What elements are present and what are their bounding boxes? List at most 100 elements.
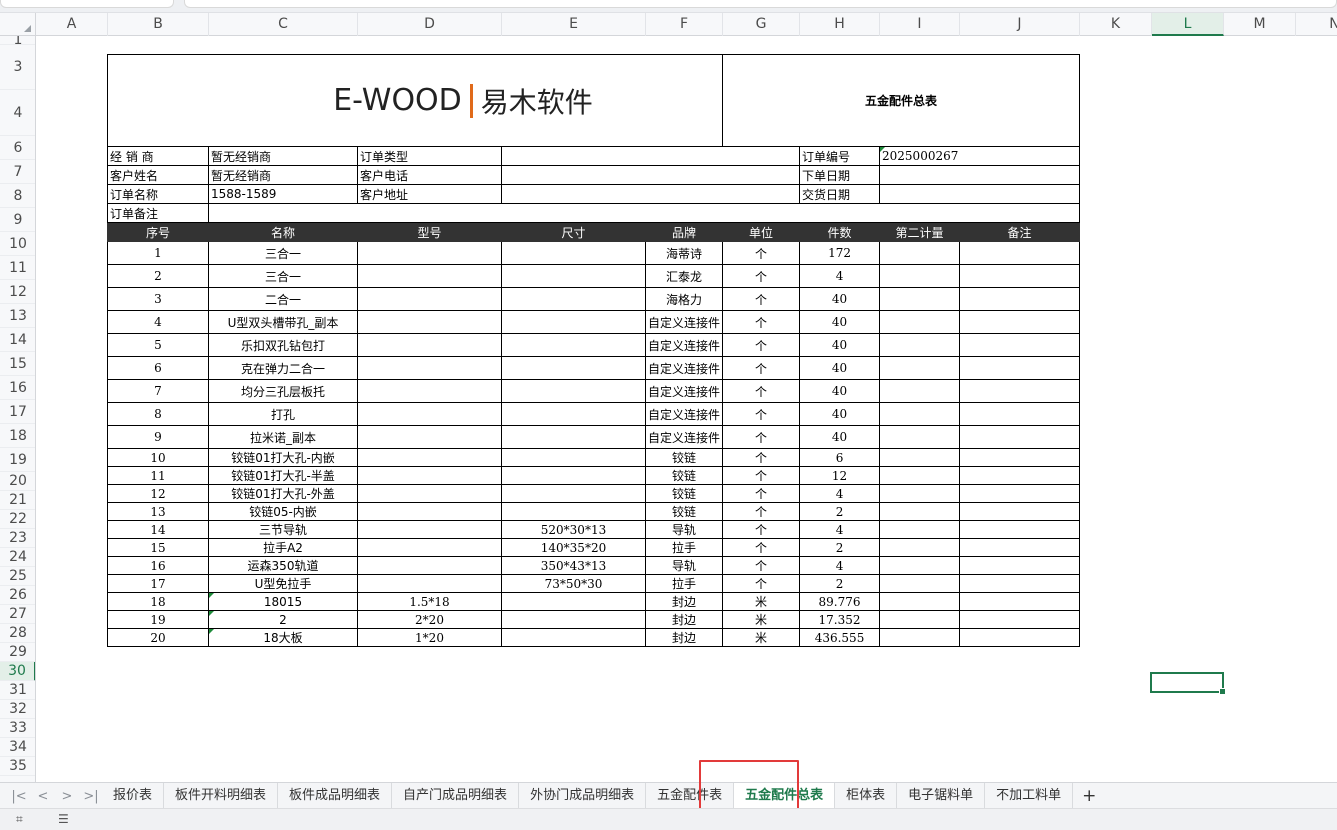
table-cell[interactable] bbox=[879, 379, 961, 403]
sheet-tab[interactable]: 五金配件总表 bbox=[734, 783, 836, 809]
table-cell[interactable]: 6 bbox=[799, 448, 881, 467]
table-cell[interactable]: 拉手 bbox=[644, 538, 724, 557]
table-cell[interactable]: 11 bbox=[107, 466, 209, 485]
column-heading[interactable]: 件数 bbox=[799, 222, 881, 242]
table-cell[interactable] bbox=[501, 333, 646, 357]
table-cell[interactable]: 18 bbox=[107, 592, 209, 611]
table-cell[interactable] bbox=[959, 310, 1081, 334]
sheet-tab[interactable]: 自产门成品明细表 bbox=[392, 783, 520, 809]
table-cell[interactable] bbox=[357, 448, 502, 467]
table-cell[interactable]: 个 bbox=[722, 241, 801, 265]
sheet-tab[interactable]: 柜体表 bbox=[835, 783, 898, 809]
row-header-19[interactable]: 19 bbox=[0, 448, 35, 472]
column-header-J[interactable]: J bbox=[960, 13, 1080, 36]
top-tab-stub[interactable] bbox=[0, 0, 174, 8]
table-cell[interactable]: 导轨 bbox=[644, 556, 724, 575]
table-cell[interactable]: 16 bbox=[107, 556, 209, 575]
info-value[interactable] bbox=[879, 165, 1081, 185]
table-cell[interactable] bbox=[879, 628, 961, 647]
table-cell[interactable]: 汇泰龙 bbox=[644, 264, 724, 288]
table-cell[interactable]: 3 bbox=[107, 287, 209, 311]
row-header-15[interactable]: 15 bbox=[0, 352, 35, 376]
table-cell[interactable]: 172 bbox=[799, 241, 881, 265]
column-header-K[interactable]: K bbox=[1080, 13, 1152, 36]
column-header-M[interactable]: M bbox=[1224, 13, 1296, 36]
selected-cell-L30[interactable] bbox=[1150, 672, 1226, 695]
column-heading[interactable]: 序号 bbox=[107, 222, 209, 242]
table-cell[interactable] bbox=[879, 425, 961, 449]
table-cell[interactable]: 40 bbox=[799, 333, 881, 357]
table-cell[interactable] bbox=[879, 402, 961, 426]
row-header-32[interactable]: 32 bbox=[0, 700, 35, 719]
sheet-tab[interactable]: 板件成品明细表 bbox=[278, 783, 393, 809]
table-cell[interactable]: 1.5*18 bbox=[357, 592, 502, 611]
table-cell[interactable] bbox=[501, 610, 646, 629]
remark-label[interactable]: 订单备注 bbox=[107, 203, 209, 223]
sheet-tab[interactable]: 不加工料单 bbox=[985, 783, 1074, 809]
info-value[interactable]: 1588-1589 bbox=[208, 184, 358, 204]
table-cell[interactable] bbox=[501, 448, 646, 467]
table-cell[interactable] bbox=[501, 425, 646, 449]
sheet-tab[interactable]: 电子锯料单 bbox=[897, 783, 986, 809]
table-cell[interactable] bbox=[357, 402, 502, 426]
table-cell[interactable]: 17 bbox=[107, 574, 209, 593]
table-cell[interactable]: 140*35*20 bbox=[501, 538, 646, 557]
row-header-34[interactable]: 34 bbox=[0, 738, 35, 757]
table-cell[interactable] bbox=[501, 264, 646, 288]
column-header-D[interactable]: D bbox=[358, 13, 502, 36]
table-cell[interactable] bbox=[959, 356, 1081, 380]
table-cell[interactable]: U型双头槽带孔_副本 bbox=[208, 310, 358, 334]
info-label[interactable]: 经 销 商 bbox=[107, 146, 209, 166]
info-label[interactable]: 客户地址 bbox=[357, 184, 502, 204]
sheet-list-icon[interactable]: ☰ bbox=[58, 812, 69, 826]
info-spacer[interactable] bbox=[645, 165, 801, 185]
table-cell[interactable]: 18015 bbox=[208, 592, 358, 611]
table-cell[interactable] bbox=[959, 241, 1081, 265]
table-cell[interactable] bbox=[501, 310, 646, 334]
table-cell[interactable]: 4 bbox=[799, 264, 881, 288]
column-heading[interactable]: 第二计量 bbox=[879, 222, 961, 242]
table-cell[interactable]: 4 bbox=[799, 520, 881, 539]
table-cell[interactable] bbox=[879, 538, 961, 557]
info-label[interactable]: 订单名称 bbox=[107, 184, 209, 204]
table-cell[interactable]: 铰链01打大孔-内嵌 bbox=[208, 448, 358, 467]
table-cell[interactable] bbox=[959, 333, 1081, 357]
row-header-9[interactable]: 9 bbox=[0, 208, 35, 232]
table-cell[interactable] bbox=[959, 502, 1081, 521]
table-cell[interactable] bbox=[959, 448, 1081, 467]
first-sheet-button[interactable]: |< bbox=[10, 789, 28, 804]
table-cell[interactable]: 海蒂诗 bbox=[644, 241, 724, 265]
table-cell[interactable] bbox=[959, 538, 1081, 557]
table-cell[interactable]: 铰链01打大孔-半盖 bbox=[208, 466, 358, 485]
table-cell[interactable] bbox=[959, 425, 1081, 449]
table-cell[interactable] bbox=[959, 484, 1081, 503]
table-cell[interactable] bbox=[879, 502, 961, 521]
info-value[interactable] bbox=[501, 184, 646, 204]
table-cell[interactable]: 40 bbox=[799, 310, 881, 334]
table-cell[interactable] bbox=[959, 379, 1081, 403]
table-cell[interactable]: 个 bbox=[722, 520, 801, 539]
table-cell[interactable] bbox=[501, 356, 646, 380]
table-cell[interactable]: 8 bbox=[107, 402, 209, 426]
table-cell[interactable] bbox=[501, 287, 646, 311]
table-cell[interactable] bbox=[501, 484, 646, 503]
column-header-F[interactable]: F bbox=[646, 13, 723, 36]
info-label[interactable]: 订单类型 bbox=[357, 146, 502, 166]
table-cell[interactable] bbox=[879, 287, 961, 311]
table-cell[interactable]: 个 bbox=[722, 379, 801, 403]
table-cell[interactable]: 铰链 bbox=[644, 466, 724, 485]
table-cell[interactable]: 40 bbox=[799, 287, 881, 311]
table-cell[interactable] bbox=[959, 402, 1081, 426]
table-cell[interactable]: 2*20 bbox=[357, 610, 502, 629]
table-cell[interactable]: 15 bbox=[107, 538, 209, 557]
row-header-20[interactable]: 20 bbox=[0, 472, 35, 491]
table-cell[interactable] bbox=[959, 264, 1081, 288]
table-cell[interactable] bbox=[357, 310, 502, 334]
row-header-3[interactable]: 3 bbox=[0, 45, 35, 90]
table-cell[interactable] bbox=[501, 628, 646, 647]
table-cell[interactable]: 18大板 bbox=[208, 628, 358, 647]
row-header-22[interactable]: 22 bbox=[0, 510, 35, 529]
table-cell[interactable]: 米 bbox=[722, 628, 801, 647]
table-cell[interactable] bbox=[357, 425, 502, 449]
table-cell[interactable]: 自定义连接件 bbox=[644, 425, 724, 449]
